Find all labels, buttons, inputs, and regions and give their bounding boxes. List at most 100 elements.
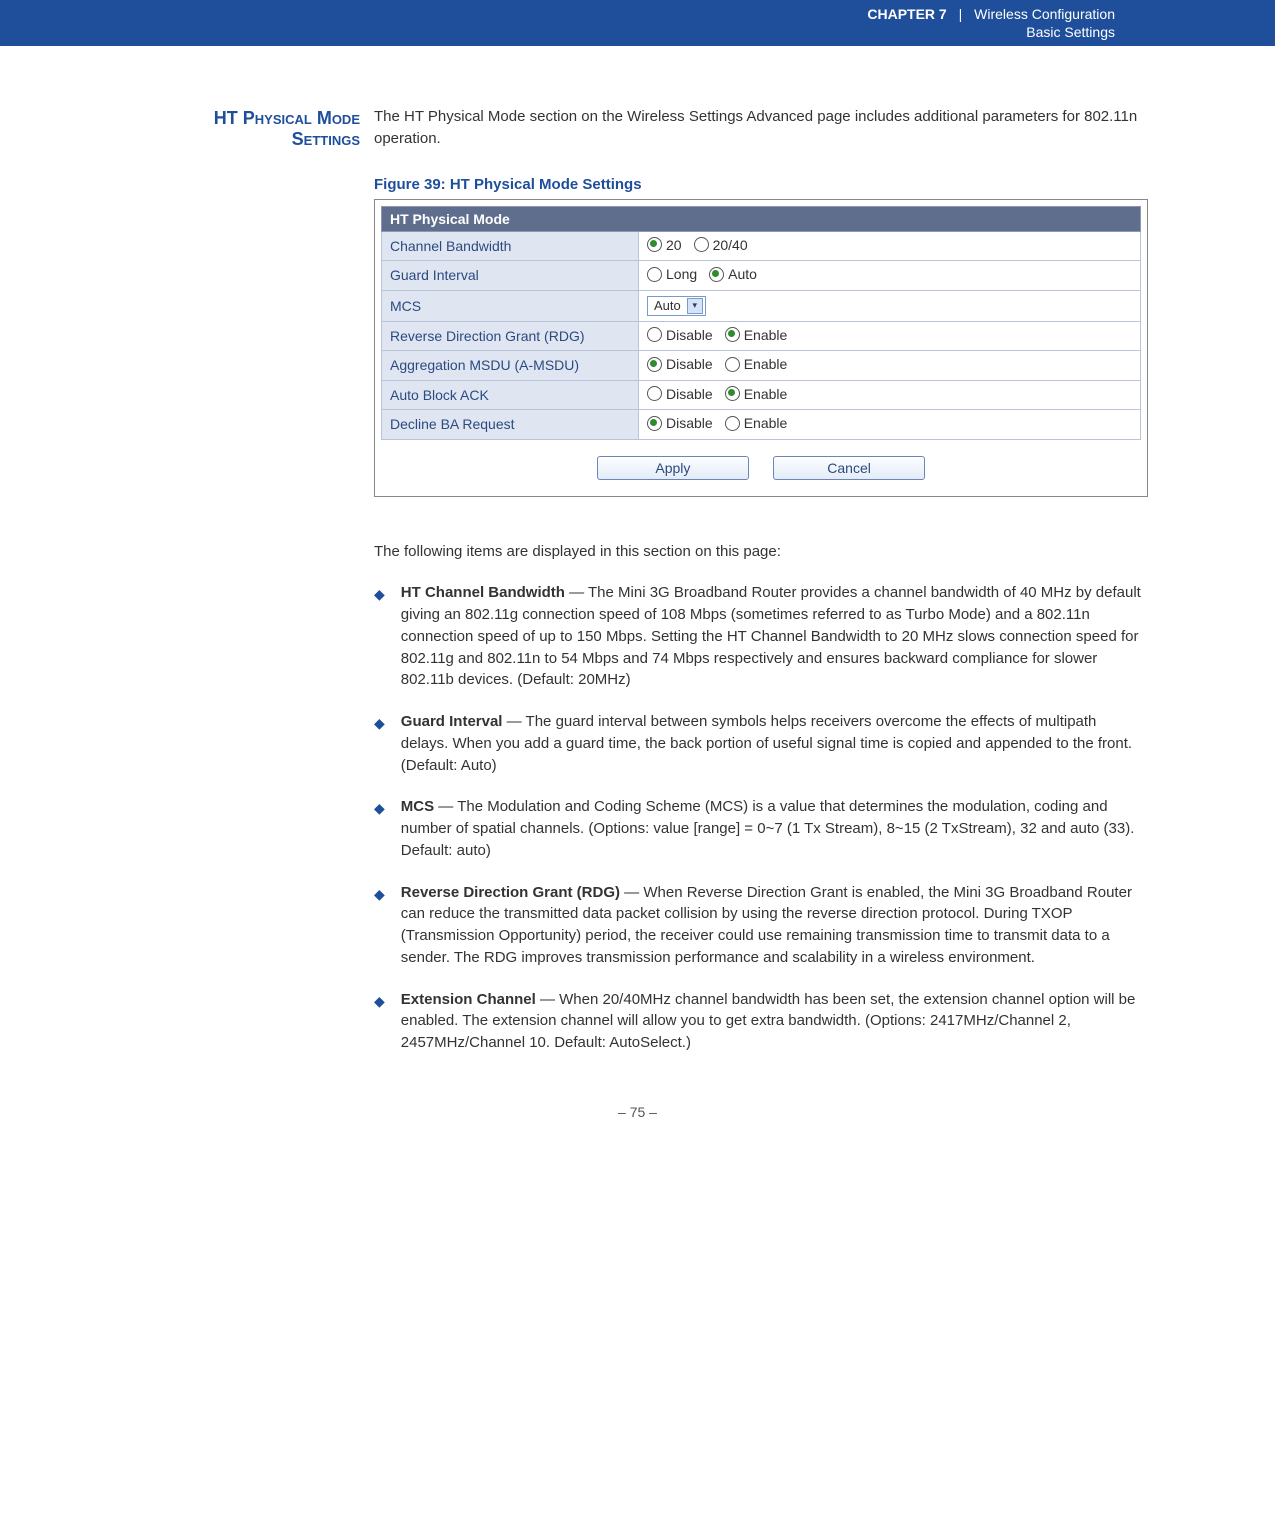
radio-icon: [725, 416, 740, 431]
page-number: – 75 –: [0, 1074, 1275, 1130]
header-title: Wireless Configuration: [974, 6, 1115, 22]
radio-label: Enable: [744, 415, 788, 431]
radio-label: Disable: [666, 415, 713, 431]
section-side-title: HT Physical Mode Settings: [0, 106, 374, 150]
list-item: ◆ HT Channel Bandwidth — The Mini 3G Broa…: [374, 582, 1148, 691]
cancel-button[interactable]: Cancel: [773, 456, 925, 480]
radio-option[interactable]: 20: [647, 237, 682, 253]
radio-icon: [647, 386, 662, 401]
radio-label: Enable: [744, 356, 788, 372]
table-row: Reverse Direction Grant (RDG) Disable Enab…: [382, 321, 1141, 351]
bullet-body: Reverse Direction Grant (RDG) — When Rev…: [401, 882, 1148, 969]
table-row: MCS Auto ▾: [382, 290, 1141, 321]
side-title-line1: HT Physical Mode: [214, 108, 360, 128]
page-header: Chapter 7 | Wireless Configuration Basic…: [0, 0, 1275, 46]
radio-option[interactable]: Enable: [725, 386, 788, 402]
bullet-body: MCS — The Modulation and Coding Scheme (…: [401, 796, 1148, 861]
setting-value: Disable Enable: [639, 380, 1141, 410]
bullet-icon: ◆: [374, 798, 385, 818]
settings-table: HT Physical Mode Channel Bandwidth 20 20/4…: [381, 206, 1141, 440]
radio-icon: [725, 327, 740, 342]
button-row: Apply Cancel: [381, 440, 1141, 490]
bullet-icon: ◆: [374, 991, 385, 1011]
setting-label: MCS: [382, 290, 639, 321]
bullet-term: Guard Interval: [401, 713, 503, 730]
radio-label: 20: [666, 237, 682, 253]
radio-option[interactable]: Enable: [725, 356, 788, 372]
radio-option[interactable]: Long: [647, 266, 697, 282]
header-subtitle: Basic Settings: [0, 22, 1115, 40]
list-item: ◆ MCS — The Modulation and Coding Scheme …: [374, 796, 1148, 861]
figure-caption: Figure 39: HT Physical Mode Settings: [374, 176, 1148, 193]
setting-value: Disable Enable: [639, 321, 1141, 351]
radio-label: 20/40: [713, 237, 748, 253]
bullet-body: Extension Channel — When 20/40MHz channe…: [401, 989, 1148, 1054]
table-row: Channel Bandwidth 20 20/40: [382, 231, 1141, 261]
mcs-select[interactable]: Auto ▾: [647, 296, 706, 316]
separator: |: [951, 6, 971, 22]
radio-label: Auto: [728, 266, 757, 282]
setting-label: Reverse Direction Grant (RDG): [382, 321, 639, 351]
radio-label: Disable: [666, 386, 713, 402]
bullet-icon: ◆: [374, 713, 385, 733]
table-row: Auto Block ACK Disable Enable: [382, 380, 1141, 410]
radio-icon: [647, 237, 662, 252]
bullet-term: HT Channel Bandwidth: [401, 584, 565, 601]
bullet-icon: ◆: [374, 584, 385, 604]
table-row: Guard Interval Long Auto: [382, 261, 1141, 291]
radio-icon: [647, 357, 662, 372]
radio-option[interactable]: Auto: [709, 266, 757, 282]
side-title-line2: Settings: [0, 129, 360, 150]
radio-label: Enable: [744, 327, 788, 343]
bullet-term: Reverse Direction Grant (RDG): [401, 884, 620, 901]
setting-value: Disable Enable: [639, 351, 1141, 381]
bullet-list: ◆ HT Channel Bandwidth — The Mini 3G Broa…: [374, 582, 1148, 1054]
radio-label: Disable: [666, 327, 713, 343]
chevron-down-icon: ▾: [687, 298, 703, 314]
radio-icon: [709, 267, 724, 282]
setting-label: Decline BA Request: [382, 410, 639, 440]
setting-label: Guard Interval: [382, 261, 639, 291]
bullet-body: HT Channel Bandwidth — The Mini 3G Broad…: [401, 582, 1148, 691]
list-item: ◆ Extension Channel — When 20/40MHz chann…: [374, 989, 1148, 1054]
setting-value: Auto ▾: [639, 290, 1141, 321]
bullet-body: Guard Interval — The guard interval betw…: [401, 711, 1148, 776]
radio-label: Disable: [666, 356, 713, 372]
radio-option[interactable]: Disable: [647, 327, 713, 343]
chapter-label: Chapter 7: [867, 6, 946, 22]
radio-label: Enable: [744, 386, 788, 402]
table-row: Aggregation MSDU (A-MSDU) Disable Enable: [382, 351, 1141, 381]
radio-option[interactable]: Disable: [647, 415, 713, 431]
apply-button[interactable]: Apply: [597, 456, 749, 480]
setting-label: Channel Bandwidth: [382, 231, 639, 261]
radio-icon: [694, 237, 709, 252]
list-item: ◆ Guard Interval — The guard interval bet…: [374, 711, 1148, 776]
list-item: ◆ Reverse Direction Grant (RDG) — When Re…: [374, 882, 1148, 969]
radio-option[interactable]: Disable: [647, 386, 713, 402]
bullet-term: Extension Channel: [401, 991, 536, 1008]
post-intro-text: The following items are displayed in thi…: [374, 541, 1148, 563]
radio-icon: [725, 386, 740, 401]
table-row: Decline BA Request Disable Enable: [382, 410, 1141, 440]
radio-icon: [647, 327, 662, 342]
radio-option[interactable]: Enable: [725, 415, 788, 431]
intro-text: The HT Physical Mode section on the Wire…: [374, 106, 1148, 150]
setting-value: Long Auto: [639, 261, 1141, 291]
bullet-text: — The guard interval between symbols hel…: [401, 713, 1132, 774]
radio-icon: [647, 267, 662, 282]
figure-box: HT Physical Mode Channel Bandwidth 20 20/4…: [374, 199, 1148, 497]
radio-option[interactable]: Disable: [647, 356, 713, 372]
setting-value: 20 20/40: [639, 231, 1141, 261]
select-value: Auto: [654, 298, 681, 313]
radio-icon: [647, 416, 662, 431]
table-heading: HT Physical Mode: [382, 206, 1141, 231]
setting-label: Auto Block ACK: [382, 380, 639, 410]
setting-value: Disable Enable: [639, 410, 1141, 440]
bullet-term: MCS: [401, 798, 434, 815]
setting-label: Aggregation MSDU (A-MSDU): [382, 351, 639, 381]
bullet-text: — The Modulation and Coding Scheme (MCS)…: [401, 798, 1135, 859]
bullet-icon: ◆: [374, 884, 385, 904]
radio-label: Long: [666, 266, 697, 282]
radio-option[interactable]: Enable: [725, 327, 788, 343]
radio-option[interactable]: 20/40: [694, 237, 748, 253]
